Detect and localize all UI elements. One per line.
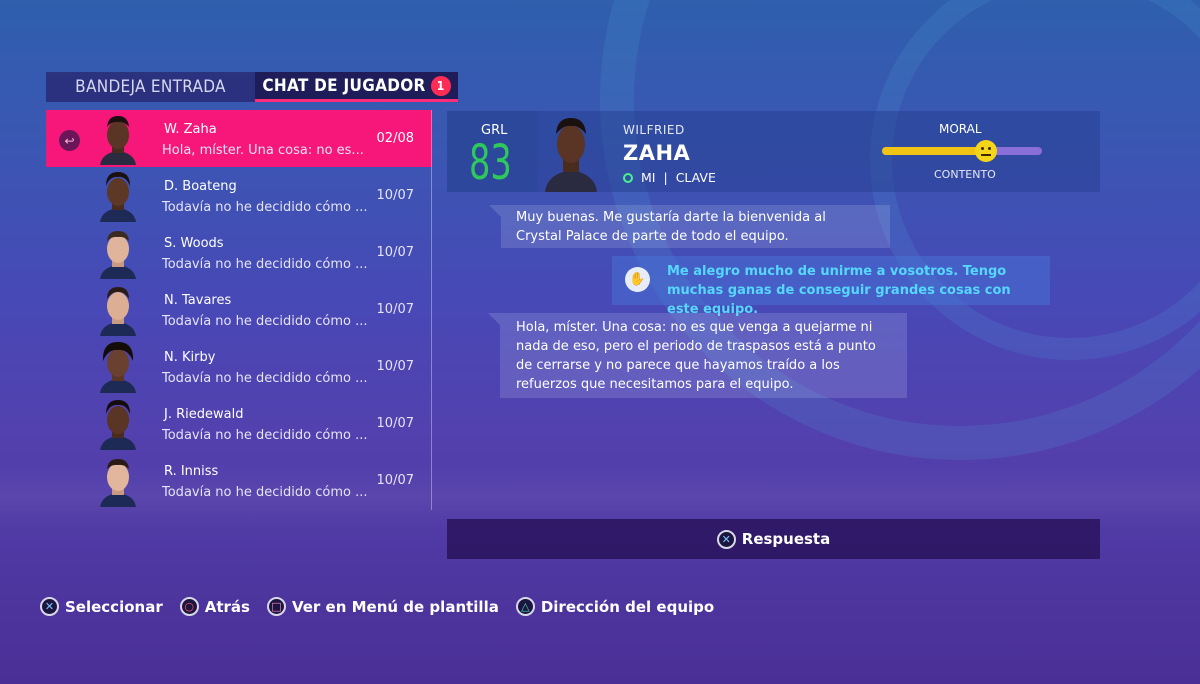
player-portrait xyxy=(545,118,597,192)
morale-state: CONTENTO xyxy=(934,168,996,181)
chat-list: ↩ W. Zaha Hola, míster. Una cosa: no es.… xyxy=(46,110,432,510)
chat-name: N. Kirby xyxy=(164,350,216,365)
chat-preview: Todavía no he decidido cómo ... xyxy=(162,257,368,272)
morale-fill xyxy=(882,147,986,155)
chat-name: D. Boateng xyxy=(164,179,237,194)
prompt-select-label: Seleccionar xyxy=(65,597,163,616)
player-status: MI | CLAVE xyxy=(623,170,716,185)
player-avatar xyxy=(100,287,136,336)
chat-name: W. Zaha xyxy=(164,122,217,137)
reply-button[interactable]: ✕ Respuesta xyxy=(447,519,1100,559)
chat-name: S. Woods xyxy=(164,236,224,251)
message-incoming: Hola, míster. Una cosa: no es que venga … xyxy=(488,313,907,398)
cross-button-icon: ✕ xyxy=(716,529,736,549)
morale-bar xyxy=(882,140,1042,162)
chat-date: 10/07 xyxy=(376,188,414,203)
chat-name: J. Riedewald xyxy=(164,407,244,422)
chat-row-riedewald[interactable]: J. Riedewald Todavía no he decidido cómo… xyxy=(46,395,432,452)
player-avatar xyxy=(100,342,136,393)
chat-row-woods[interactable]: S. Woods Todavía no he decidido cómo ...… xyxy=(46,224,432,281)
chat-preview: Todavía no he decidido cómo ... xyxy=(162,371,368,386)
overall-rating-box: GRL 83 xyxy=(447,111,537,192)
unread-badge: 1 xyxy=(430,75,451,96)
player-header: GRL 83 WILFRIED ZAHA MI | CLAVE MORAL CO… xyxy=(447,111,1100,192)
chat-row-boateng[interactable]: D. Boateng Todavía no he decidido cómo .… xyxy=(46,167,432,224)
button-prompts: ✕ Seleccionar ○ Atrás □ Ver en Menú de p… xyxy=(40,597,731,616)
reply-arrow-icon: ↩ xyxy=(59,130,80,151)
chat-date: 10/07 xyxy=(376,245,414,260)
player-avatar xyxy=(100,172,136,222)
bubble-tail xyxy=(489,205,501,217)
neutral-face-icon xyxy=(975,140,997,162)
chat-date: 02/08 xyxy=(376,131,414,146)
square-button-icon: □ xyxy=(266,597,286,616)
status-separator: | xyxy=(663,170,668,185)
bubble-tail xyxy=(488,313,500,325)
message-tabs: BANDEJA ENTRADA CHAT DE JUGADOR 1 xyxy=(46,72,458,102)
message-incoming: Muy buenas. Me gustaría darte la bienven… xyxy=(489,205,890,248)
chat-preview: Todavía no he decidido cómo ... xyxy=(162,314,368,329)
cross-button-icon: ✕ xyxy=(40,597,59,616)
chat-preview: Hola, míster. Una cosa: no es... xyxy=(162,143,364,158)
chat-date: 10/07 xyxy=(376,302,414,317)
player-first-name: WILFRIED xyxy=(623,123,685,137)
prompt-view-squad[interactable]: □ Ver en Menú de plantilla xyxy=(266,597,499,616)
morale-label: MORAL xyxy=(939,122,982,136)
player-last-name: ZAHA xyxy=(623,141,691,165)
chat-row-kirby[interactable]: N. Kirby Todavía no he decidido cómo ...… xyxy=(46,338,432,395)
chat-preview: Todavía no he decidido cómo ... xyxy=(162,428,368,443)
message-text: Muy buenas. Me gustaría darte la bienven… xyxy=(516,210,826,244)
message-text: Hola, míster. Una cosa: no es que venga … xyxy=(516,320,876,392)
prompt-back[interactable]: ○ Atrás xyxy=(179,597,250,616)
chat-name: R. Inniss xyxy=(164,464,219,479)
chat-date: 10/07 xyxy=(376,359,414,374)
circle-button-icon: ○ xyxy=(179,597,199,616)
player-role: CLAVE xyxy=(675,170,716,185)
player-avatar xyxy=(100,400,136,450)
list-divider xyxy=(431,110,432,510)
tab-inbox[interactable]: BANDEJA ENTRADA xyxy=(46,72,255,102)
tab-inbox-label: BANDEJA ENTRADA xyxy=(75,77,226,97)
chat-row-tavares[interactable]: N. Tavares Todavía no he decidido cómo .… xyxy=(46,281,432,338)
tab-player-chat[interactable]: CHAT DE JUGADOR 1 xyxy=(255,72,458,102)
prompt-team-management-label: Dirección del equipo xyxy=(540,597,715,616)
player-avatar xyxy=(100,231,136,279)
player-avatar xyxy=(100,116,136,165)
chat-preview: Todavía no he decidido cómo ... xyxy=(162,485,368,500)
chat-date: 10/07 xyxy=(376,473,414,488)
chat-row-inniss[interactable]: R. Inniss Todavía no he decidido cómo ..… xyxy=(46,452,432,509)
tab-player-chat-label: CHAT DE JUGADOR xyxy=(262,75,426,96)
triangle-button-icon: △ xyxy=(515,597,535,616)
status-dot-icon xyxy=(623,172,633,183)
chat-name: N. Tavares xyxy=(164,293,232,308)
prompt-view-squad-label: Ver en Menú de plantilla xyxy=(291,597,499,616)
message-reply: ✋ Me alegro mucho de unirme a vosotros. … xyxy=(612,256,1050,317)
chat-date: 10/07 xyxy=(376,416,414,431)
player-avatar xyxy=(100,459,136,507)
chat-preview: Todavía no he decidido cómo ... xyxy=(162,200,368,215)
prompt-team-management[interactable]: △ Dirección del equipo xyxy=(515,597,715,616)
message-text: Me alegro mucho de unirme a vosotros. Te… xyxy=(667,264,1011,317)
reply-label: Respuesta xyxy=(741,530,831,548)
player-position: MI xyxy=(641,170,656,185)
chat-row-zaha[interactable]: ↩ W. Zaha Hola, míster. Una cosa: no es.… xyxy=(46,110,432,167)
overall-rating-value: 83 xyxy=(469,135,512,191)
prompt-back-label: Atrás xyxy=(204,597,250,616)
prompt-select[interactable]: ✕ Seleccionar xyxy=(40,597,163,616)
handshake-icon: ✋ xyxy=(625,267,650,292)
